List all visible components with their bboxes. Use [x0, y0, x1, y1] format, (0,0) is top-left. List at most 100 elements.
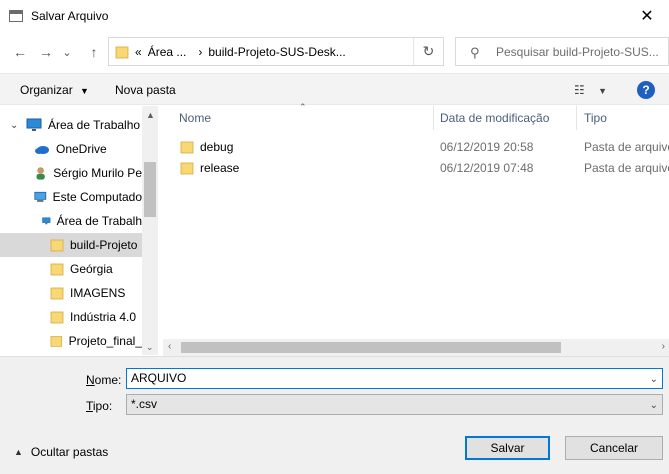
file-date: 06/12/2019 20:58 — [440, 140, 534, 154]
hide-folders-label: Ocultar pastas — [30, 445, 109, 459]
column-divider[interactable] — [576, 106, 577, 130]
sidebar-item-user[interactable]: Sérgio Murilo Pe — [0, 161, 142, 185]
up-arrow-icon: ↑ — [90, 44, 98, 60]
search-box[interactable]: ⚲ Pesquisar build-Projeto-SUS... — [455, 37, 669, 66]
breadcrumb[interactable]: « Área ... › build-Projeto-SUS-Desk... — [135, 45, 352, 59]
back-button[interactable]: ← — [10, 42, 30, 62]
sidebar-item-onedrive[interactable]: OneDrive — [0, 137, 142, 161]
sidebar-item-label: build-Projeto — [70, 238, 138, 252]
scroll-up-icon[interactable]: ▲ — [146, 110, 155, 120]
organize-label: Organizar — [20, 83, 73, 97]
sidebar-item-imagens[interactable]: IMAGENS — [0, 281, 142, 305]
column-divider[interactable] — [433, 106, 434, 130]
search-placeholder[interactable]: Pesquisar build-Projeto-SUS... — [496, 45, 659, 59]
file-type-value: *.csv — [131, 397, 158, 411]
caret-down-icon: ▼ — [598, 86, 608, 96]
user-icon — [36, 167, 45, 180]
window-icon — [9, 10, 23, 22]
refresh-button[interactable]: ↻ — [413, 38, 443, 65]
forward-button[interactable]: → — [36, 42, 56, 62]
sidebar-item-label: Este Computado — [52, 190, 142, 204]
breadcrumb-item-build[interactable]: build-Projeto-SUS-Desk... — [208, 45, 345, 59]
chevron-up-icon: ▲ — [14, 447, 23, 457]
file-name: release — [200, 161, 240, 175]
scroll-down-icon[interactable]: ⌄ — [146, 342, 154, 353]
navigation-pane: ⌄ Área de Trabalho OneDrive Sérgio Muril… — [0, 106, 158, 355]
sidebar-item-build-projeto[interactable]: build-Projeto — [0, 233, 142, 257]
sidebar-item-label: Indústria 4.0 — [70, 310, 137, 324]
sort-ascending-icon: ⌃ — [299, 102, 307, 112]
desktop-icon — [42, 217, 51, 225]
cloud-icon — [35, 146, 49, 154]
folder-icon — [50, 336, 63, 347]
sidebar-item-label: Projeto_final_ — [68, 334, 142, 348]
file-list-horizontal-scrollbar[interactable]: ‹ › — [163, 339, 669, 356]
column-header-name[interactable]: Nome — [179, 106, 211, 130]
organize-button[interactable]: Organizar ▼ — [20, 83, 89, 97]
close-icon: ✕ — [640, 8, 654, 25]
table-row[interactable]: debug 06/12/2019 20:58 Pasta de arquivo — [163, 136, 669, 157]
chevron-down-icon[interactable]: ⌄ — [650, 396, 658, 415]
sidebar-item-desktop[interactable]: ⌄ Área de Trabalho — [0, 113, 142, 137]
sidebar-item-label: Sérgio Murilo Pe — [53, 166, 142, 180]
table-row[interactable]: release 06/12/2019 07:48 Pasta de arquiv… — [163, 157, 669, 178]
details-view-icon: ☷ — [574, 83, 585, 97]
forward-arrow-icon: → — [39, 44, 53, 60]
help-icon: ? — [642, 83, 650, 97]
hide-folders-toggle[interactable]: ▲ Ocultar pastas — [14, 445, 108, 459]
navigation-pane-scrollbar[interactable]: ▲ ⌄ — [142, 106, 158, 355]
refresh-icon: ↻ — [422, 43, 435, 59]
breadcrumb-overflow[interactable]: « — [135, 45, 142, 59]
sidebar-item-label: IMAGENS — [70, 286, 126, 300]
save-form: Nome: ARQUIVO ⌄ Tipo: *.csv ⌄ ▲ Ocultar … — [0, 356, 669, 474]
sidebar-item-georgia[interactable]: Geórgia — [0, 257, 142, 281]
scrollbar-thumb[interactable] — [181, 342, 561, 353]
chevron-down-icon[interactable]: ⌄ — [650, 370, 658, 389]
breadcrumb-item-desktop[interactable]: Área ... — [148, 45, 187, 59]
sidebar-item-label: Área de Trabalh — [56, 214, 142, 228]
save-button[interactable]: Salvar — [465, 436, 550, 460]
folder-icon — [50, 287, 64, 300]
back-arrow-icon: ← — [13, 44, 27, 60]
sidebar-item-desktop-2[interactable]: Área de Trabalh — [0, 209, 142, 233]
new-folder-button[interactable]: Nova pasta — [115, 83, 176, 97]
scroll-right-icon[interactable]: › — [662, 341, 665, 352]
folder-icon — [180, 141, 194, 154]
column-header-date[interactable]: Data de modificação — [440, 106, 549, 130]
help-button[interactable]: ? — [637, 81, 655, 99]
desktop-icon — [26, 118, 42, 131]
sidebar-item-projeto-final[interactable]: Projeto_final_ — [0, 329, 142, 353]
command-bar: Organizar ▼ Nova pasta ☷ ▼ ? — [0, 73, 669, 105]
sidebar-item-industria[interactable]: Indústria 4.0 — [0, 305, 142, 329]
column-header-type[interactable]: Tipo — [584, 106, 607, 130]
folder-icon — [115, 46, 129, 59]
computer-icon — [34, 191, 47, 202]
save-label: Salvar — [490, 441, 525, 455]
chevron-down-icon: ⌄ — [62, 46, 72, 59]
file-type-label: Tipo: — [86, 399, 113, 413]
caret-down-icon: ▼ — [80, 86, 89, 96]
file-name-value[interactable]: ARQUIVO — [131, 371, 186, 385]
recent-locations-button[interactable]: ⌄ — [60, 42, 74, 62]
sidebar-item-label: Geórgia — [70, 262, 113, 276]
breadcrumb-separator-icon[interactable]: › — [198, 45, 202, 59]
file-type: Pasta de arquivo — [584, 140, 669, 154]
new-folder-label: Nova pasta — [115, 83, 176, 97]
sidebar-item-label: OneDrive — [56, 142, 107, 156]
expand-chevron-icon[interactable]: ⌄ — [10, 120, 18, 131]
cancel-button[interactable]: Cancelar — [565, 436, 663, 460]
folder-icon — [50, 311, 64, 324]
folder-icon — [50, 239, 64, 252]
up-button[interactable]: ↑ — [84, 42, 104, 62]
address-bar[interactable]: « Área ... › build-Projeto-SUS-Desk... ↻ — [108, 37, 444, 66]
scroll-left-icon[interactable]: ‹ — [168, 341, 171, 352]
close-button[interactable]: ✕ — [625, 0, 669, 32]
scrollbar-thumb[interactable] — [144, 162, 156, 217]
file-date: 06/12/2019 07:48 — [440, 161, 534, 175]
folder-icon — [180, 162, 194, 175]
file-type-select[interactable]: *.csv ⌄ — [126, 394, 663, 415]
view-options-button[interactable]: ☷ ▼ — [574, 83, 607, 97]
file-name-field[interactable]: ARQUIVO ⌄ — [126, 368, 663, 389]
sidebar-item-this-pc[interactable]: Este Computado — [0, 185, 142, 209]
cancel-label: Cancelar — [589, 441, 639, 455]
